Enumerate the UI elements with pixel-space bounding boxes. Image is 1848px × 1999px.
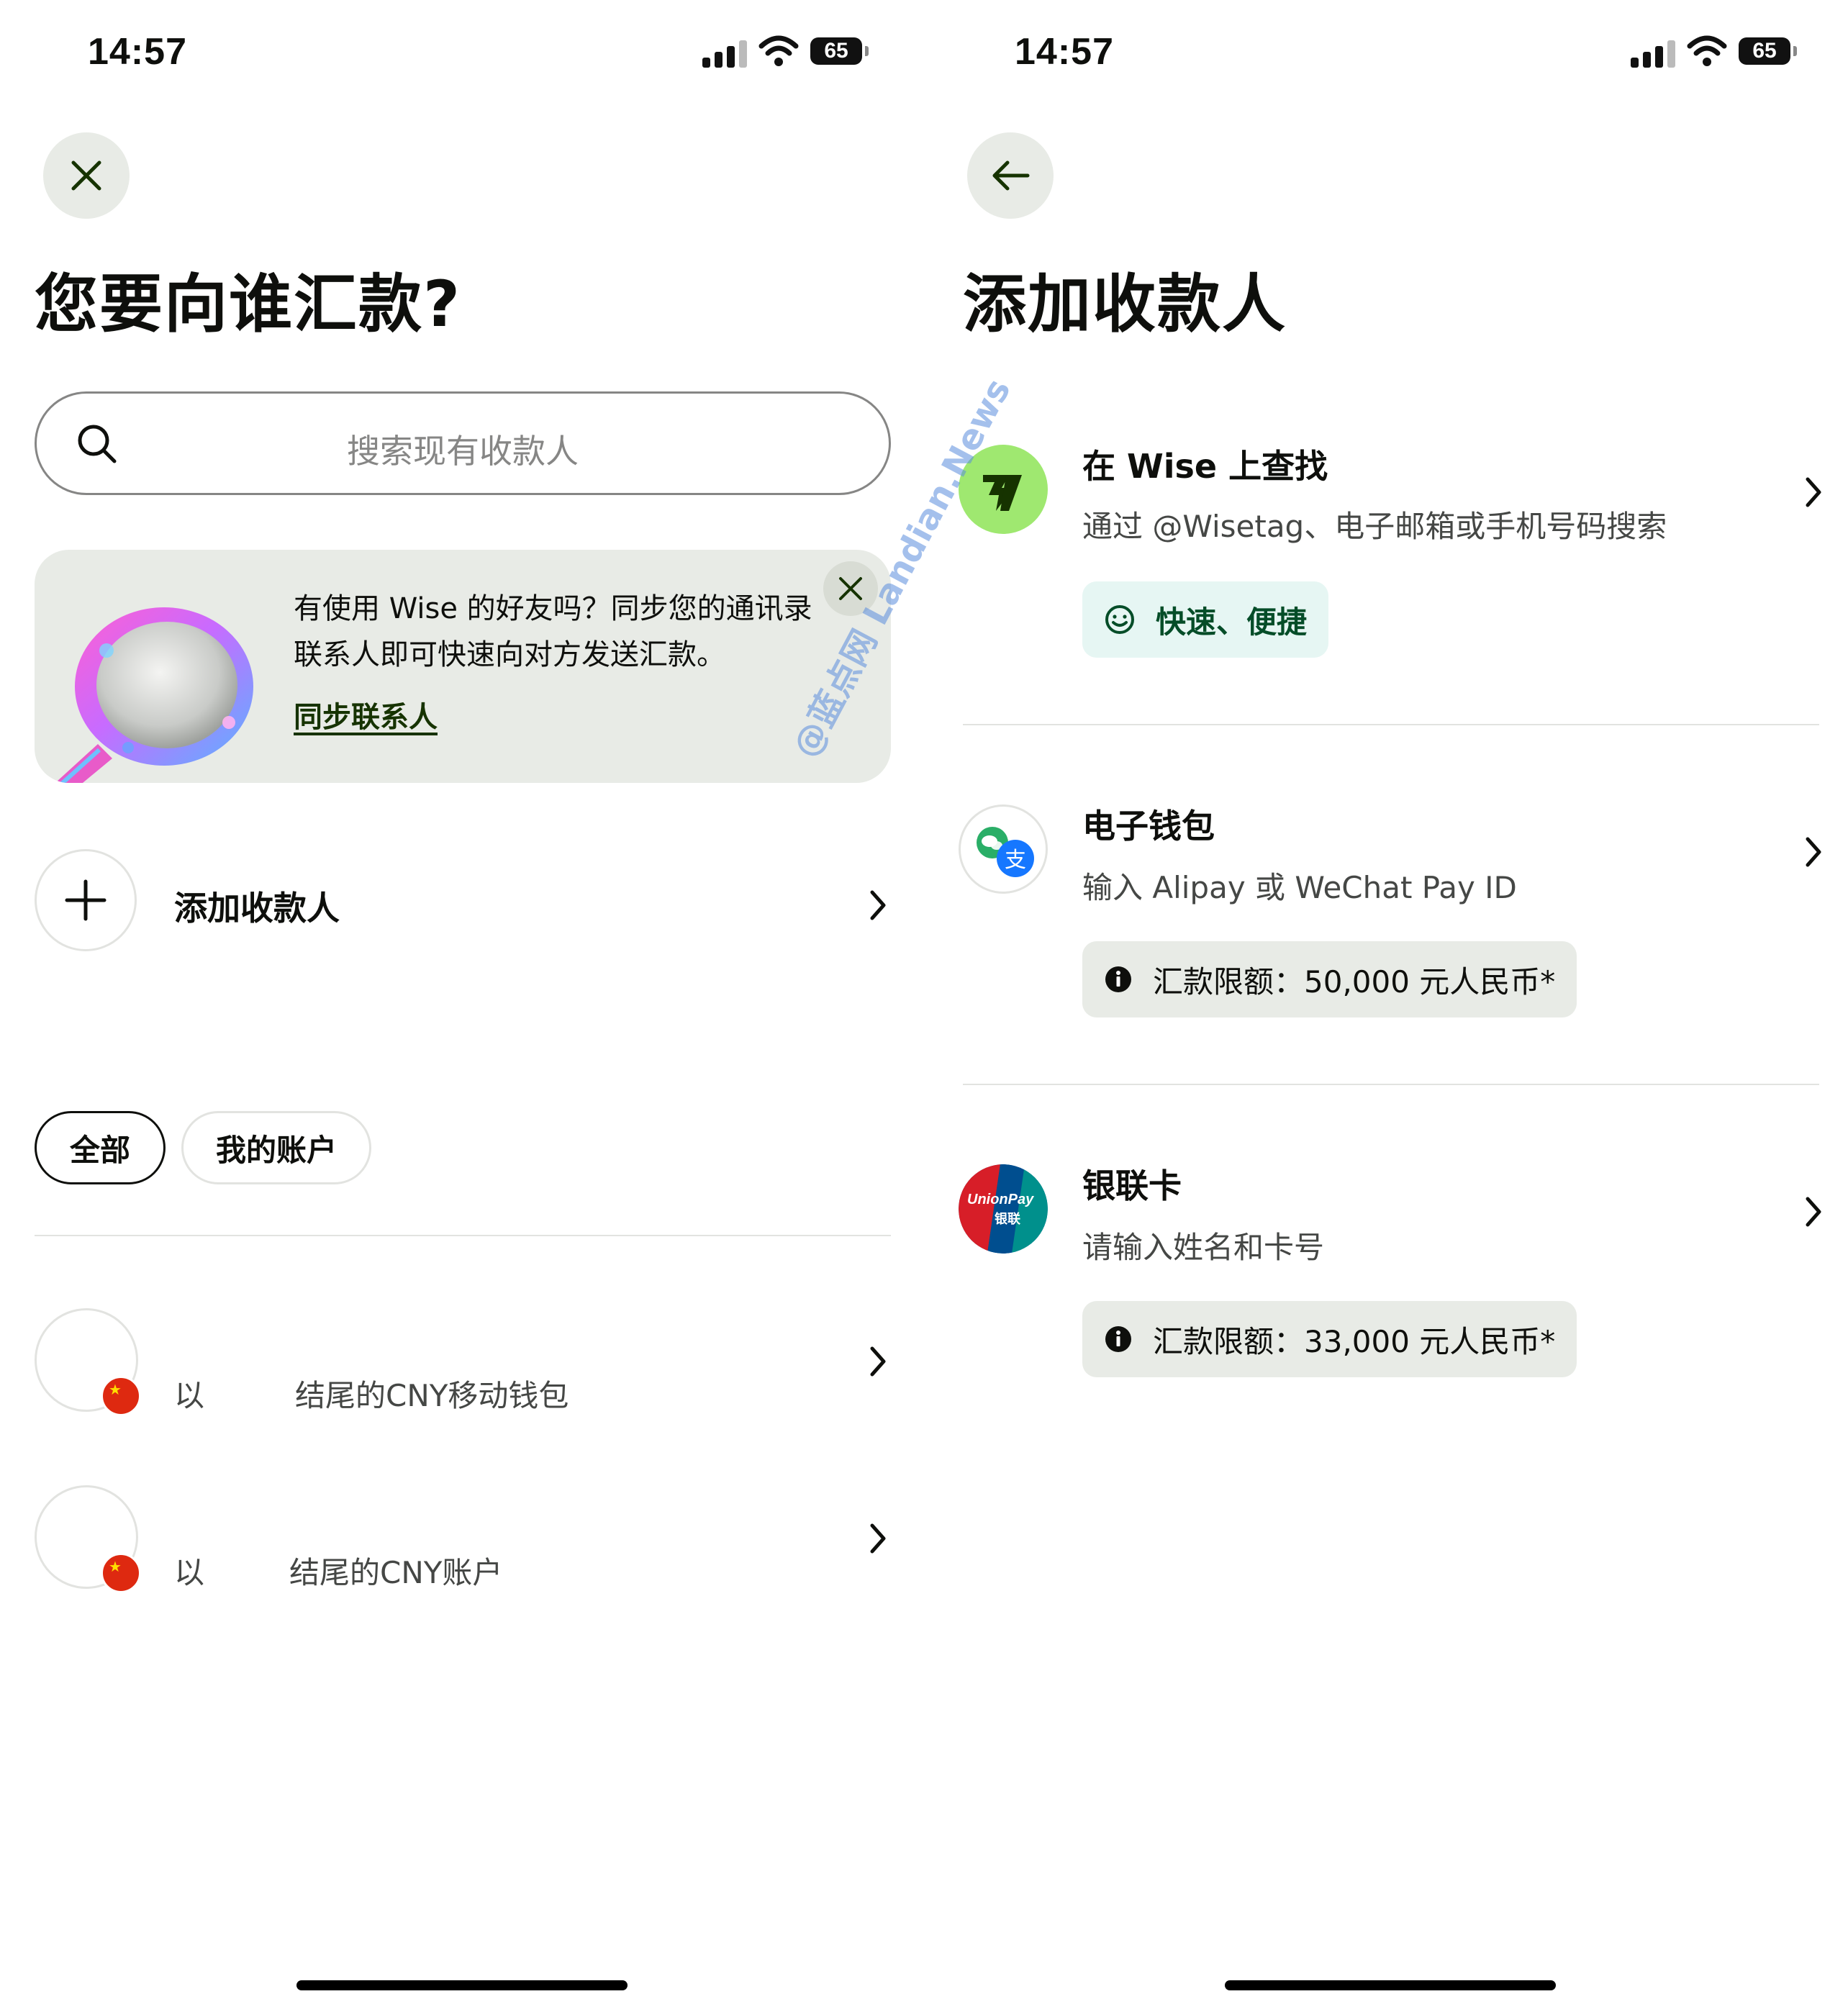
signal-icon xyxy=(1631,37,1690,68)
wifi-icon xyxy=(1687,35,1727,66)
filter-all-chip[interactable]: 全部 xyxy=(35,1111,166,1184)
search-input[interactable]: 搜索现有收款人 xyxy=(35,391,891,495)
option-title: 电子钱包 xyxy=(1082,807,1215,846)
page-title: 您要向谁汇款? xyxy=(35,267,462,341)
plus-button[interactable] xyxy=(35,849,137,951)
sync-contacts-card: 有使用 Wise 的好友吗？同步您的通讯录联系人即可快速向对方发送汇款。 同步联… xyxy=(35,550,891,783)
unionpay-logo-text: UnionPay xyxy=(967,1192,1034,1207)
divider xyxy=(35,1235,891,1236)
tag-label: 快速、便捷 xyxy=(1156,604,1308,640)
chevron-right-icon xyxy=(1806,477,1821,507)
limit-tag: 汇款限额：33,000 元人民币* xyxy=(1082,1301,1577,1377)
back-button[interactable] xyxy=(967,132,1054,219)
promo-text: 有使用 Wise 的好友吗？同步您的通讯录联系人即可快速向对方发送汇款。 xyxy=(294,592,812,671)
wallet-icon: 支 xyxy=(959,804,1048,894)
add-recipient-screen: 14:57 65 添加收款人 在 Wise 上查找 通过 @Wisetag、电子… xyxy=(924,0,1848,1999)
chevron-right-icon xyxy=(1806,837,1821,867)
fast-easy-tag: 快速、便捷 xyxy=(1082,581,1329,658)
battery-icon: 65 xyxy=(810,37,869,65)
search-placeholder: 搜索现有收款人 xyxy=(347,432,579,471)
chevron-right-icon xyxy=(1806,1197,1821,1227)
tag-label: 汇款限额：33,000 元人民币* xyxy=(1153,1323,1556,1359)
plus-icon xyxy=(65,879,107,921)
status-time: 14:57 xyxy=(1015,31,1114,73)
divider xyxy=(963,1084,1819,1085)
svg-text:支: 支 xyxy=(1005,848,1026,873)
status-time: 14:57 xyxy=(88,31,187,73)
option-title: 银联卡 xyxy=(1082,1166,1182,1205)
close-icon xyxy=(71,160,101,191)
sync-contacts-link[interactable]: 同步联系人 xyxy=(294,694,438,735)
smile-icon xyxy=(1105,605,1134,634)
recipient-prefix: 以 xyxy=(174,1555,205,1590)
option-description: 请输入姓名和卡号 xyxy=(1082,1230,1325,1265)
wifi-icon xyxy=(758,35,799,66)
add-recipient-label: 添加收款人 xyxy=(174,889,340,928)
recipient-suffix: 结尾的CNY移动钱包 xyxy=(295,1378,569,1413)
limit-tag: 汇款限额：50,000 元人民币* xyxy=(1082,941,1577,1017)
page-title: 添加收款人 xyxy=(963,267,1287,341)
close-button[interactable] xyxy=(43,132,130,219)
filter-my-accounts-chip[interactable]: 我的账户 xyxy=(181,1111,371,1184)
recipient-suffix: 结尾的CNY账户 xyxy=(289,1555,503,1590)
chevron-right-icon xyxy=(870,890,886,920)
china-flag-icon: ★ xyxy=(101,1376,141,1416)
signal-icon xyxy=(702,37,761,68)
option-title: 在 Wise 上查找 xyxy=(1082,447,1328,486)
chevron-right-icon xyxy=(870,1523,886,1554)
tag-label: 汇款限额：50,000 元人民币* xyxy=(1153,964,1556,1000)
chevron-right-icon xyxy=(870,1346,886,1377)
home-indicator[interactable] xyxy=(1225,1980,1556,1990)
option-description: 通过 @Wisetag、电子邮箱或手机号码搜索 xyxy=(1082,509,1667,544)
option-description: 输入 Alipay 或 WeChat Pay ID xyxy=(1082,870,1517,905)
recipient-prefix: 以 xyxy=(174,1378,205,1413)
home-indicator[interactable] xyxy=(296,1980,628,1990)
battery-icon: 65 xyxy=(1739,37,1797,65)
info-icon xyxy=(1105,966,1131,992)
unionpay-logo-text-cn: 银联 xyxy=(995,1212,1020,1227)
china-flag-icon: ★ xyxy=(101,1553,141,1593)
arrow-left-icon xyxy=(992,160,1030,191)
info-icon xyxy=(1105,1326,1131,1352)
send-to-screen: 14:57 65 您要向谁汇款? 搜索现有收款人 有使用 Wise 的好友吗？同… xyxy=(0,0,924,1999)
divider xyxy=(963,724,1819,725)
unionpay-icon: UnionPay 银联 xyxy=(959,1164,1048,1254)
magnifier-illustration xyxy=(55,607,253,783)
